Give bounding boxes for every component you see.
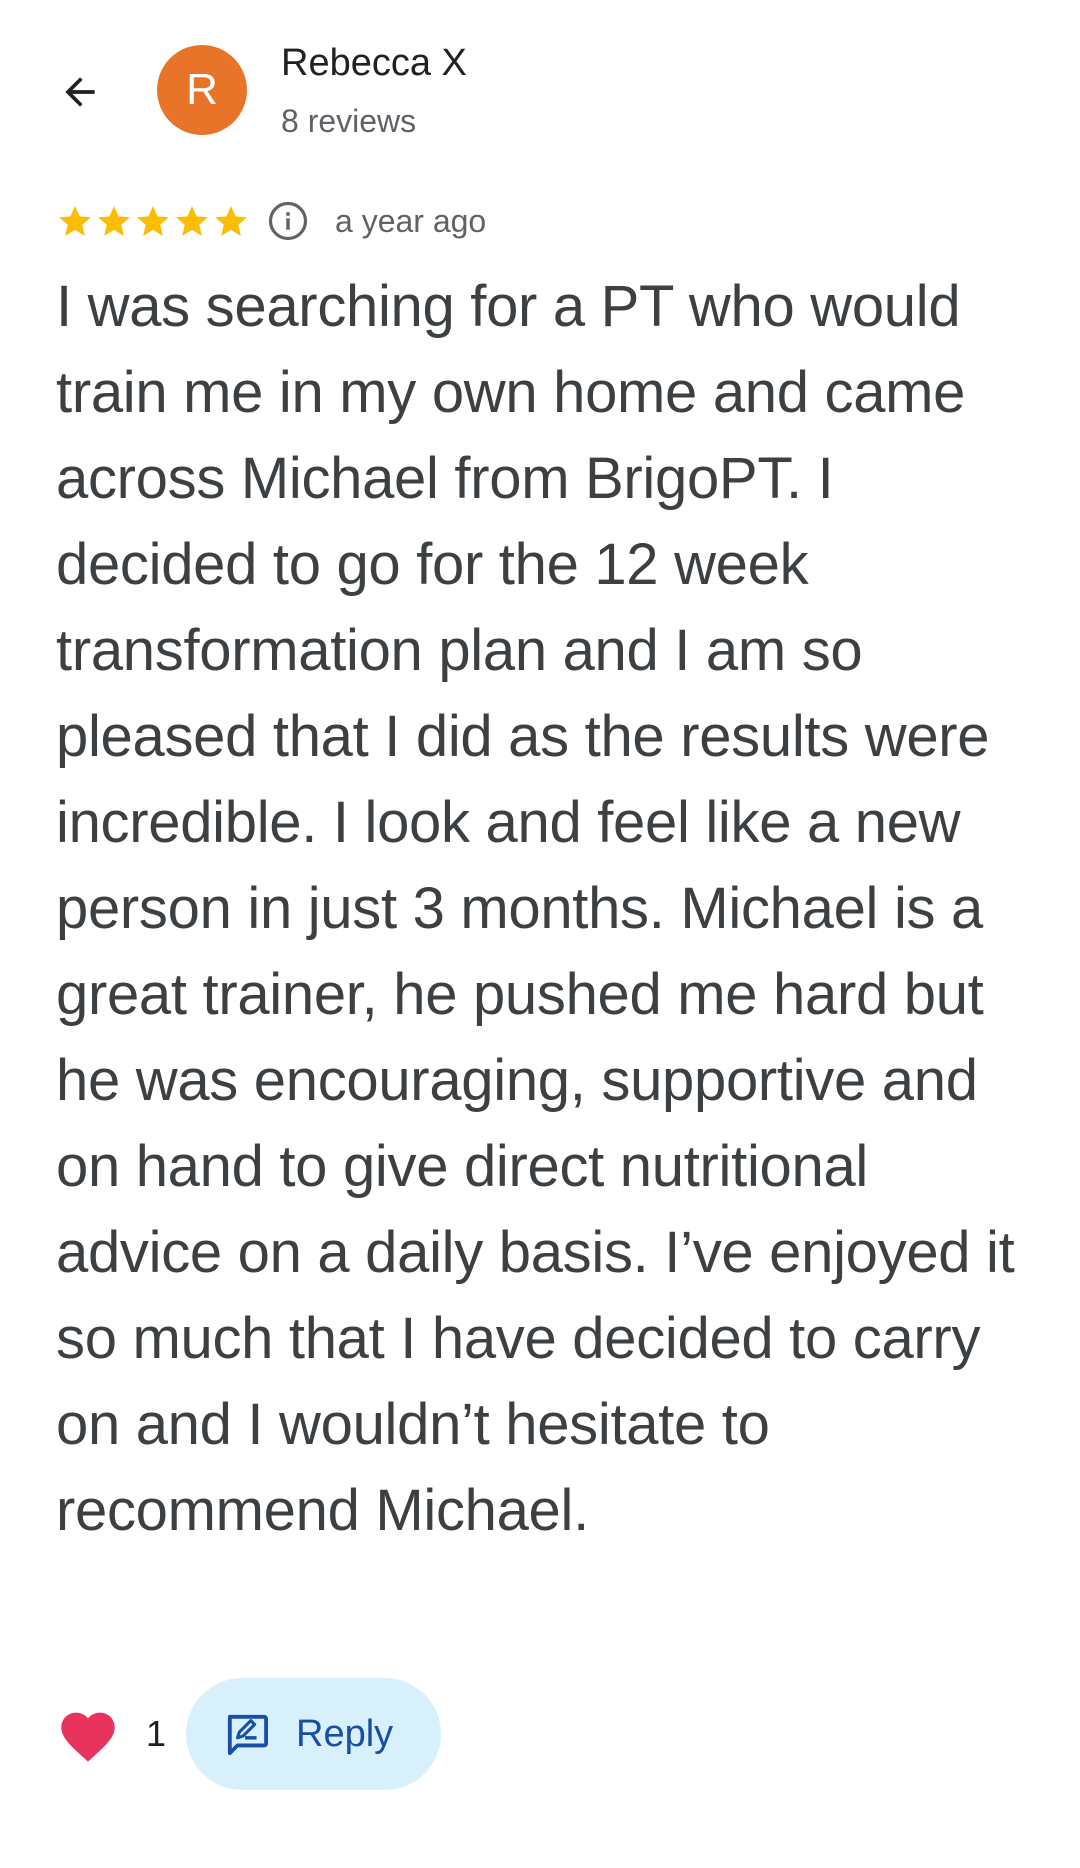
like-count: 1 — [146, 1713, 167, 1754]
like-button[interactable]: 1 — [56, 1704, 166, 1764]
review-count: 8 reviews — [281, 103, 417, 139]
review-text: I was searching for a PT who would train… — [56, 274, 1015, 1543]
info-button[interactable] — [265, 198, 311, 244]
reply-icon — [227, 1714, 269, 1755]
reply-button[interactable]: Reply — [186, 1678, 442, 1790]
star-icon — [137, 205, 169, 236]
review-meta: a year ago — [56, 196, 486, 246]
review-date: a year ago — [335, 202, 487, 239]
info-icon — [268, 201, 308, 241]
author-name[interactable]: Rebecca X — [281, 42, 467, 85]
review-header: R Rebecca X 8 reviews — [0, 0, 1080, 160]
star-icon — [98, 205, 130, 236]
reply-label: Reply — [296, 1712, 394, 1755]
avatar[interactable]: R — [157, 45, 247, 135]
avatar-letter: R — [186, 65, 218, 114]
star-icon — [59, 205, 91, 236]
back-button[interactable] — [44, 56, 116, 128]
star-rating — [56, 202, 251, 240]
arrow-back-icon — [65, 77, 95, 107]
heart-icon — [61, 1712, 115, 1762]
review-actions: 1 Reply — [56, 1678, 442, 1790]
star-icon — [176, 205, 208, 236]
star-icon — [215, 205, 247, 236]
